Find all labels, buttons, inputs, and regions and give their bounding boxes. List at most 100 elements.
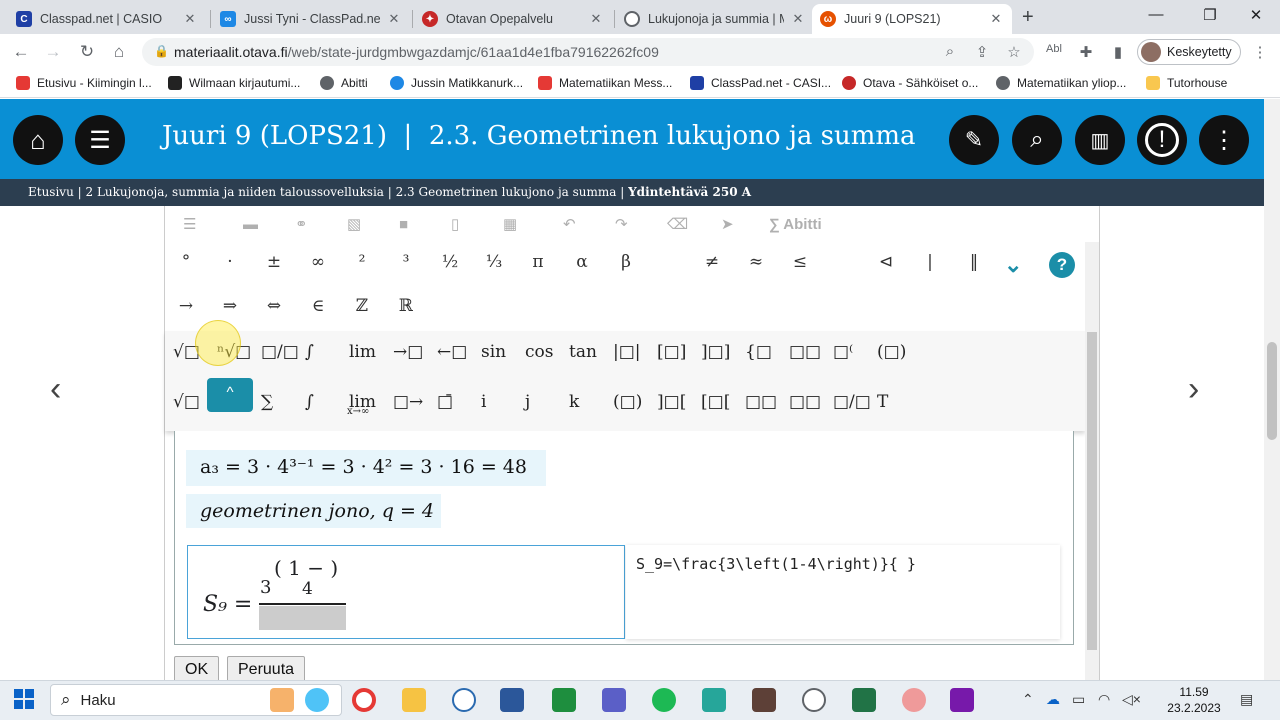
- function-key-5[interactable]: □→: [393, 392, 423, 412]
- equation-editor[interactable]: [187, 545, 625, 639]
- function-key-13[interactable]: □□: [745, 392, 777, 412]
- symbol-key-8[interactable]: π: [523, 252, 553, 272]
- alert-button[interactable]: !: [1137, 115, 1187, 165]
- symbol-key-14[interactable]: ⊲: [871, 252, 901, 272]
- bookmark-item[interactable]: Etusivu - Kiimingin l...: [16, 76, 152, 90]
- stats-button[interactable]: ▥: [1075, 115, 1125, 165]
- tab-otavan-opepalvelu[interactable]: ✦ Otavan Opepalvelu ✕: [414, 4, 612, 34]
- video-icon[interactable]: ■: [399, 216, 408, 233]
- symbol-key-3[interactable]: ∞: [303, 252, 333, 272]
- taskbar-search[interactable]: ⌕ Haku: [50, 684, 342, 716]
- power-tooltip[interactable]: ^: [207, 378, 253, 412]
- monitor-icon[interactable]: ▭: [1072, 691, 1085, 708]
- translate-icon[interactable]: Abl: [1044, 43, 1064, 55]
- home-button[interactable]: ⌂: [13, 115, 63, 165]
- math-line-1[interactable]: a₃ = 3 · 4³⁻¹ = 3 · 4² = 3 · 16 = 48: [186, 450, 546, 486]
- redo-icon[interactable]: ↷: [615, 215, 628, 233]
- symbol-key-12[interactable]: ≈: [741, 252, 771, 272]
- tab-juuri-9[interactable]: ω Juuri 9 (LOPS21) ✕: [812, 4, 1012, 34]
- function-key-3[interactable]: ∫: [305, 392, 314, 412]
- symbol-key-1[interactable]: ·: [215, 252, 245, 272]
- bookmark-item[interactable]: Jussin Matikkanurk...: [390, 76, 523, 90]
- onenote-icon[interactable]: [950, 688, 974, 712]
- function-key-10[interactable]: |□|: [613, 342, 641, 362]
- symbol-key-4[interactable]: ℤ: [347, 296, 377, 316]
- app-icon[interactable]: [902, 688, 926, 712]
- next-page-icon[interactable]: ›: [1188, 370, 1199, 409]
- breadcrumb-home[interactable]: Etusivu: [28, 185, 74, 199]
- folder-icon[interactable]: [402, 688, 426, 712]
- teams-icon[interactable]: [602, 688, 626, 712]
- tab-lukujonoja[interactable]: Lukujonoja ja summia | M ✕: [616, 4, 814, 34]
- sheets-icon[interactable]: [552, 688, 576, 712]
- symbol-key-2[interactable]: ⇔: [259, 296, 289, 316]
- app-icon[interactable]: [702, 688, 726, 712]
- denominator-placeholder[interactable]: [259, 606, 346, 630]
- bookmark-item[interactable]: Matematiikan yliop...: [996, 76, 1126, 90]
- menu-dots-icon[interactable]: ⋮: [1250, 43, 1270, 61]
- symbol-key-6[interactable]: ½: [435, 252, 465, 272]
- format-icon[interactable]: ☰: [183, 215, 196, 233]
- chevron-up-icon[interactable]: ⌃: [1022, 691, 1034, 708]
- app-icon[interactable]: [802, 688, 826, 712]
- function-key-15[interactable]: □/□: [833, 392, 871, 412]
- function-key-12[interactable]: [□[: [701, 392, 730, 412]
- chrome-icon[interactable]: [352, 688, 376, 712]
- function-key-9[interactable]: tan: [569, 342, 597, 362]
- link-icon[interactable]: ⚭: [295, 215, 308, 233]
- close-window-icon[interactable]: ✕: [1244, 6, 1268, 24]
- tab-classpad[interactable]: C Classpad.net | CASIO ✕: [8, 4, 206, 34]
- table-icon[interactable]: ▦: [503, 215, 517, 233]
- close-icon[interactable]: ✕: [588, 11, 604, 27]
- tab-jussi-tyni[interactable]: ∞ Jussi Tyni - ClassPad.net ✕: [212, 4, 410, 34]
- function-key-11[interactable]: [□]: [657, 342, 686, 362]
- math-line-2[interactable]: geometrinen jono, q = 4: [186, 494, 441, 528]
- home-icon[interactable]: ⌂: [108, 42, 130, 62]
- bookmark-item[interactable]: Abitti: [320, 76, 368, 90]
- pen-button[interactable]: ✎: [949, 115, 999, 165]
- breadcrumb-section[interactable]: 2.3 Geometrinen lukujono ja summa: [396, 185, 617, 199]
- function-key-14[interactable]: □□: [789, 342, 821, 362]
- page-scroll-thumb[interactable]: [1267, 342, 1277, 440]
- function-key-7[interactable]: i: [481, 392, 486, 412]
- eraser-icon[interactable]: ⌫: [667, 215, 688, 233]
- bookmark-item[interactable]: Tutorhouse: [1146, 76, 1227, 90]
- symbol-key-0[interactable]: →: [171, 296, 201, 316]
- close-icon[interactable]: ✕: [182, 11, 198, 27]
- function-key-2[interactable]: ∑: [261, 392, 273, 412]
- url-text[interactable]: materiaalit.otava.fi/web/state-jurdgmbwg…: [174, 44, 659, 60]
- file-icon[interactable]: ▯: [451, 215, 459, 233]
- symbol-key-5[interactable]: ℝ: [391, 296, 421, 316]
- symbol-key-16[interactable]: ‖: [959, 252, 989, 272]
- volume-icon[interactable]: ◁×: [1122, 691, 1141, 708]
- symbol-key-5[interactable]: ³: [391, 252, 421, 272]
- new-tab-button[interactable]: +: [1022, 6, 1034, 29]
- symbol-key-7[interactable]: ⅓: [479, 252, 509, 272]
- symbol-key-0[interactable]: °: [171, 252, 201, 272]
- bookmark-item[interactable]: Otava - Sähköiset o...: [842, 76, 978, 90]
- function-key-15[interactable]: □⁽: [833, 342, 853, 362]
- menu-button[interactable]: ☰: [75, 115, 125, 165]
- forward-icon[interactable]: →: [42, 42, 64, 62]
- symbol-key-15[interactable]: |: [915, 252, 945, 272]
- symbol-key-1[interactable]: ⇒: [215, 296, 245, 316]
- windows-start-icon[interactable]: [14, 689, 34, 709]
- function-key-0[interactable]: √□: [173, 392, 200, 412]
- app-icon[interactable]: [752, 688, 776, 712]
- symbol-key-13[interactable]: ≤: [785, 252, 815, 272]
- function-key-10[interactable]: (□): [613, 392, 642, 412]
- symbol-key-11[interactable]: ≠: [697, 252, 727, 272]
- function-key-6[interactable]: ←□: [437, 342, 467, 362]
- restore-icon[interactable]: ❐: [1198, 6, 1222, 24]
- function-key-14[interactable]: □□: [789, 392, 821, 412]
- excel-icon[interactable]: [852, 688, 876, 712]
- function-key-7[interactable]: sin: [481, 342, 506, 362]
- function-key-4[interactable]: lim: [349, 342, 376, 362]
- close-icon[interactable]: ✕: [988, 11, 1004, 27]
- breadcrumb-chapter[interactable]: 2 Lukujonoja, summia ja niiden taloussov…: [86, 185, 384, 199]
- line-icon[interactable]: ▬: [243, 216, 258, 233]
- app-icon[interactable]: [452, 688, 476, 712]
- close-icon[interactable]: ✕: [790, 11, 806, 27]
- bookmark-item[interactable]: Wilmaan kirjautumi...: [168, 76, 300, 90]
- function-key-13[interactable]: {□: [745, 342, 772, 362]
